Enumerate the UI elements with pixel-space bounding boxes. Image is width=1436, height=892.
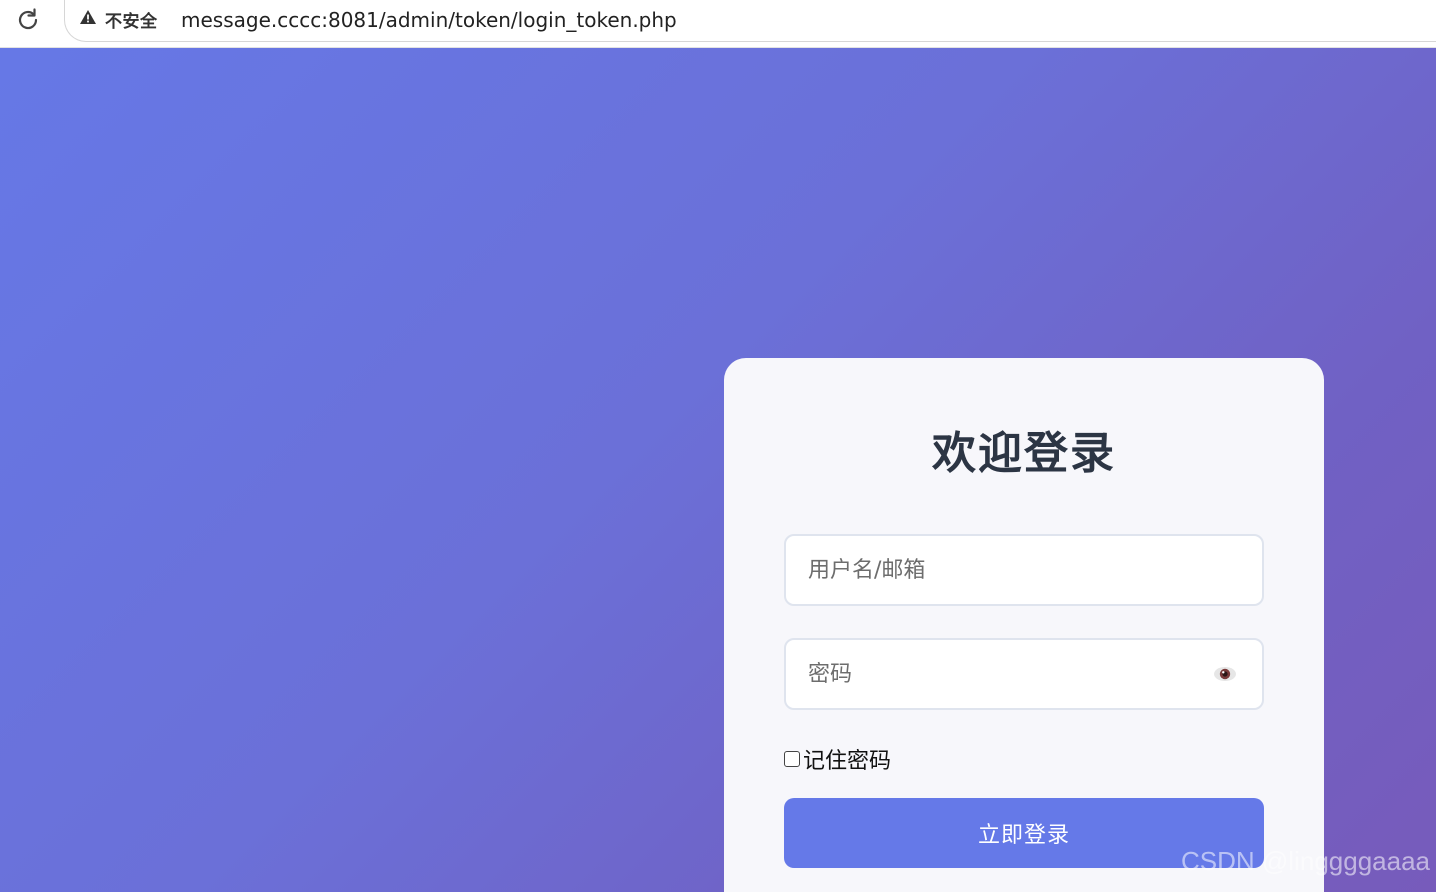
login-card: 欢迎登录 记住密码 立即登录	[724, 358, 1324, 892]
password-input[interactable]	[786, 640, 1262, 708]
security-label: 不安全	[105, 11, 158, 32]
reload-icon[interactable]	[12, 4, 44, 36]
login-page: 欢迎登录 记住密码 立即登录 CSDN @linggggaaaa	[0, 48, 1436, 892]
url-text[interactable]: message.cccc:8081/admin/token/login_toke…	[181, 8, 677, 32]
username-input[interactable]	[786, 536, 1262, 604]
watermark: CSDN @linggggaaaa	[1181, 846, 1430, 876]
remember-checkbox[interactable]	[784, 751, 800, 767]
username-field[interactable]	[784, 534, 1264, 606]
password-field[interactable]	[784, 638, 1264, 710]
remember-password[interactable]: 记住密码	[784, 744, 891, 774]
security-indicator[interactable]: 不安全	[79, 8, 158, 32]
remember-label: 记住密码	[803, 749, 892, 774]
page-title: 欢迎登录	[932, 428, 1116, 479]
address-bar[interactable]: 不安全 message.cccc:8081/admin/token/login_…	[64, 0, 1436, 42]
browser-toolbar: 不安全 message.cccc:8081/admin/token/login_…	[0, 0, 1436, 48]
warning-triangle-icon	[79, 9, 97, 29]
eye-icon[interactable]	[1212, 664, 1238, 684]
